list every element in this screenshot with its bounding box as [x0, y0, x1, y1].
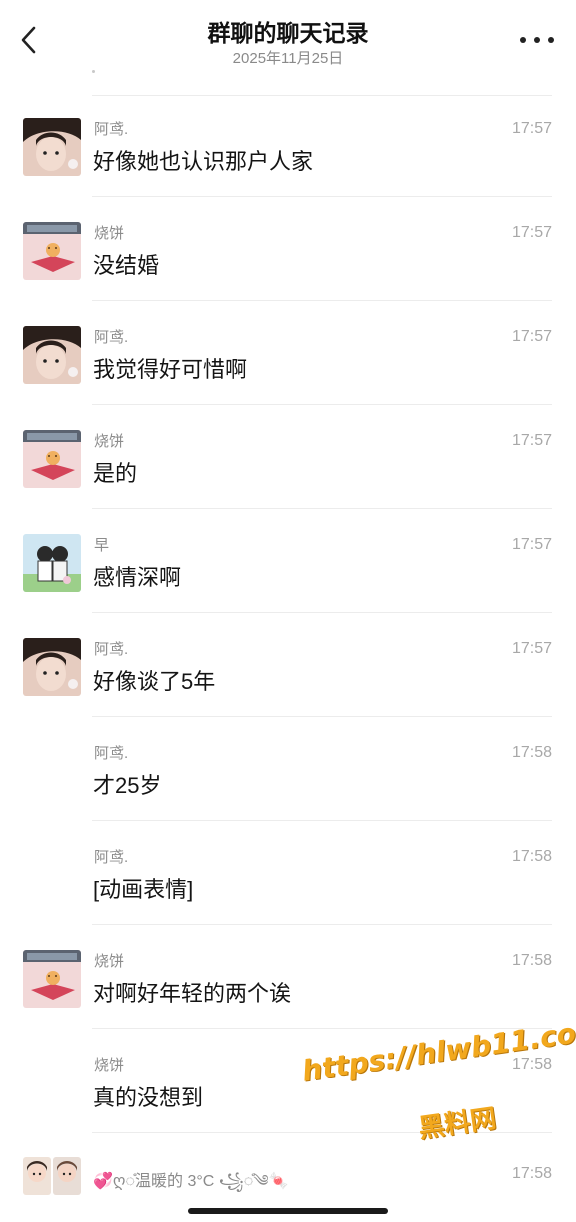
divider [92, 196, 552, 197]
divider [92, 820, 552, 821]
chat-message[interactable]: 烧饼 17:57 没结婚 [0, 222, 576, 326]
message-time: 17:58 [511, 848, 552, 865]
sender-name: 阿鸢. [94, 329, 129, 346]
message-time: 17:57 [511, 536, 552, 553]
avatar[interactable] [23, 1157, 81, 1195]
divider [92, 508, 552, 509]
page-date: 2025年11月25日 [232, 50, 344, 67]
divider [92, 300, 552, 301]
message-text: 对啊好年轻的两个诶 [93, 981, 292, 1006]
message-text: 感情深啊 [93, 565, 182, 590]
sender-name: 烧饼 [94, 953, 125, 970]
chat-message[interactable]: 阿鸢. 17:58 才25岁 [0, 742, 576, 846]
watermark: https://hlwb11.com 黑料网 [300, 1013, 576, 1145]
message-time: 17:57 [511, 328, 552, 345]
avatar[interactable] [23, 430, 81, 488]
divider [92, 716, 552, 717]
sender-name: 阿鸢. [94, 121, 129, 138]
sender-name: 阿鸢. [94, 745, 129, 762]
message-time: 17:58 [511, 744, 552, 761]
message-time: 17:57 [511, 120, 552, 137]
avatar[interactable] [23, 534, 81, 592]
avatar[interactable] [23, 638, 81, 696]
chat-message[interactable]: 早 17:57 感情深啊 [0, 534, 576, 638]
avatar[interactable] [23, 326, 81, 384]
sender-name: 阿鸢. [94, 849, 129, 866]
sender-name: 烧饼 [94, 433, 125, 450]
message-text: 才25岁 [93, 773, 162, 798]
chat-message[interactable]: 阿鸢. 17:58 [动画表情] [0, 846, 576, 950]
divider [92, 924, 552, 925]
message-text: 好像她也认识那户人家 [93, 149, 314, 174]
message-time: 17:57 [511, 432, 552, 449]
chat-message[interactable]: 💞ღ◌̊温暖的 3°C ꧁◌̊༄🍬 17:58 [0, 1157, 576, 1207]
avatar[interactable] [23, 222, 81, 280]
message-time: 17:57 [511, 224, 552, 241]
message-text: 💞ღ◌̊温暖的 3°C ꧁◌̊༄🍬 [93, 1173, 289, 1190]
message-text: [动画表情] [93, 877, 194, 902]
message-text: 好像谈了5年 [93, 669, 216, 694]
page-title: 群聊的聊天记录 [207, 20, 369, 46]
avatar[interactable] [23, 950, 81, 1008]
chat-message[interactable]: 阿鸢. 17:57 好像她也认识那户人家 [0, 118, 576, 222]
chat-message[interactable]: 烧饼 17:57 是的 [0, 430, 576, 534]
sender-name: 烧饼 [94, 225, 125, 242]
more-options-icon[interactable] [520, 30, 554, 50]
avatar[interactable] [23, 118, 81, 176]
divider [92, 95, 552, 96]
message-text: 我觉得好可惜啊 [93, 357, 248, 382]
message-time: 17:58 [511, 952, 552, 969]
divider [92, 612, 552, 613]
sender-name: 早 [94, 537, 110, 554]
watermark-text: 黑料网 [416, 1102, 498, 1144]
message-time: 17:57 [511, 640, 552, 657]
home-indicator[interactable] [188, 1208, 388, 1214]
divider-dot [92, 70, 95, 73]
message-text: 真的没想到 [93, 1085, 204, 1110]
chat-header: 群聊的聊天记录 2025年11月25日 [0, 0, 576, 80]
sender-name: 阿鸢. [94, 641, 129, 658]
sender-name: 烧饼 [94, 1057, 125, 1074]
message-text: 是的 [93, 461, 138, 486]
divider [92, 404, 552, 405]
chat-message[interactable]: 阿鸢. 17:57 好像谈了5年 [0, 638, 576, 742]
message-text: 没结婚 [93, 253, 160, 278]
message-time: 17:58 [511, 1165, 552, 1182]
chat-message[interactable]: 阿鸢. 17:57 我觉得好可惜啊 [0, 326, 576, 430]
